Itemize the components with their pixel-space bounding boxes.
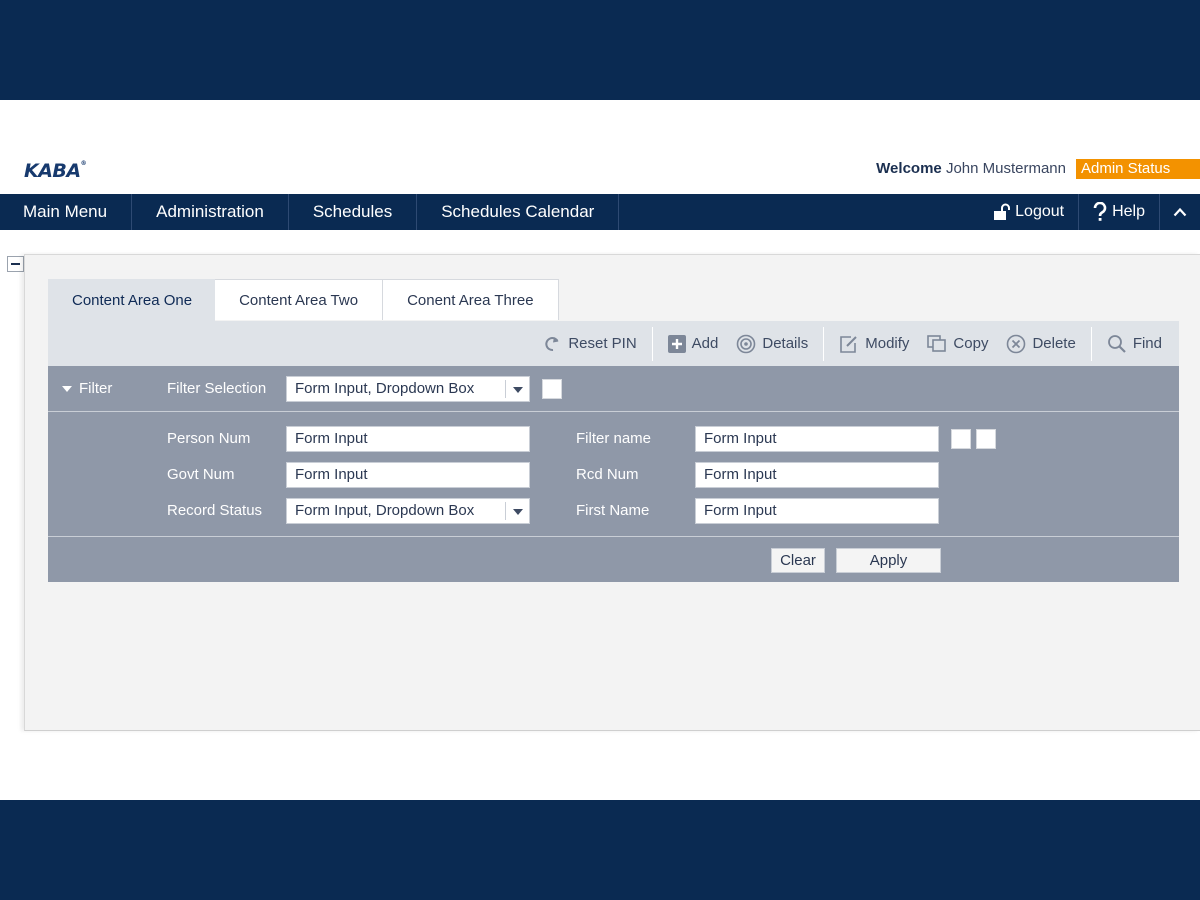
- filter-area: Filter Filter Selection Form Input, Drop…: [48, 366, 1179, 582]
- apply-button[interactable]: Apply: [836, 548, 941, 573]
- welcome-text: Welcome John Mustermann: [876, 160, 1066, 177]
- govt-num-input[interactable]: Form Input: [286, 462, 530, 488]
- edit-icon: [840, 335, 857, 353]
- bottom-band: [0, 800, 1200, 900]
- toolbar-divider: [823, 326, 825, 361]
- unlock-icon: [994, 203, 1011, 220]
- delete-button[interactable]: Delete: [997, 334, 1084, 354]
- rcd-num-label: Rcd Num: [576, 466, 639, 483]
- filter-name-action-button-1[interactable]: [951, 429, 971, 449]
- chevron-up-icon: [1173, 207, 1187, 217]
- filter-toggle[interactable]: Filter: [62, 380, 112, 397]
- details-label: Details: [762, 335, 809, 352]
- help-label: Help: [1112, 203, 1145, 220]
- reset-pin-label: Reset PIN: [568, 335, 637, 352]
- user-name: John Mustermann: [945, 160, 1066, 177]
- dropdown-arrow-icon[interactable]: [505, 380, 529, 398]
- person-num-label: Person Num: [167, 430, 251, 447]
- filter-footer-divider: [48, 536, 1179, 537]
- first-name-label: First Name: [576, 502, 650, 519]
- target-icon: [737, 334, 756, 353]
- delete-label: Delete: [1032, 335, 1076, 352]
- filter-selection-value: Form Input, Dropdown Box: [295, 380, 475, 397]
- logout-label: Logout: [1015, 203, 1065, 220]
- welcome-label: Welcome: [876, 160, 942, 177]
- reset-pin-button[interactable]: Reset PIN: [535, 335, 645, 353]
- collapse-panel-button[interactable]: [7, 256, 24, 272]
- record-status-label: Record Status: [167, 502, 263, 519]
- filter-header: Filter Filter Selection Form Input, Drop…: [48, 366, 1179, 412]
- person-num-input[interactable]: Form Input: [286, 426, 530, 452]
- find-button[interactable]: Find: [1098, 334, 1171, 354]
- govt-num-label: Govt Num: [167, 466, 235, 483]
- search-icon: [1107, 334, 1126, 353]
- add-button[interactable]: Add: [659, 334, 728, 353]
- refresh-icon: [545, 336, 559, 351]
- first-name-input[interactable]: Form Input: [695, 498, 939, 524]
- filter-selection-label: Filter Selection: [167, 380, 267, 397]
- filter-toggle-label: Filter: [79, 380, 113, 397]
- tab-bar: Content Area One Content Area Two Conent…: [48, 279, 559, 321]
- admin-status-badge[interactable]: Admin Status: [1076, 159, 1200, 179]
- copy-icon: [927, 334, 947, 352]
- find-label: Find: [1132, 335, 1162, 352]
- plus-icon: [667, 334, 686, 353]
- main-navbar: Main Menu Administration Schedules Sched…: [0, 194, 1200, 230]
- add-label: Add: [691, 335, 719, 352]
- toolbar-divider: [1090, 326, 1092, 361]
- tab-content-area-two[interactable]: Content Area Two: [215, 279, 384, 320]
- record-status-value: Form Input, Dropdown Box: [295, 502, 475, 519]
- collapse-header-button[interactable]: [1159, 194, 1200, 230]
- logout-button[interactable]: Logout: [978, 194, 1078, 230]
- details-button[interactable]: Details: [727, 334, 817, 354]
- delete-icon: [1007, 334, 1026, 353]
- copy-button[interactable]: Copy: [918, 334, 997, 353]
- toolbar-divider: [651, 326, 653, 361]
- filter-selection-action-button[interactable]: [542, 379, 562, 399]
- nav-schedules-calendar[interactable]: Schedules Calendar: [417, 194, 620, 230]
- nav-administration[interactable]: Administration: [132, 194, 289, 230]
- caret-down-icon: [62, 385, 72, 392]
- filter-selection-dropdown[interactable]: Form Input, Dropdown Box: [286, 376, 530, 402]
- rcd-num-input[interactable]: Form Input: [695, 462, 939, 488]
- filter-name-label: Filter name: [576, 430, 652, 447]
- question-icon: [1093, 202, 1107, 221]
- tab-content-area-one[interactable]: Content Area One: [48, 279, 216, 321]
- action-toolbar: Reset PIN Add Details Modify Copy Delete…: [48, 321, 1179, 366]
- help-button[interactable]: Help: [1078, 194, 1159, 230]
- nav-right-group: Logout Help: [978, 194, 1200, 230]
- modify-label: Modify: [865, 335, 910, 352]
- dropdown-arrow-icon[interactable]: [505, 502, 529, 520]
- nav-main-menu[interactable]: Main Menu: [0, 194, 133, 230]
- copy-label: Copy: [953, 335, 989, 352]
- filter-name-action-button-2[interactable]: [976, 429, 996, 449]
- content-panel: Content Area One Content Area Two Conent…: [24, 254, 1200, 731]
- tab-content-area-three[interactable]: Conent Area Three: [383, 279, 559, 320]
- nav-schedules[interactable]: Schedules: [289, 194, 418, 230]
- kaba-logo: KABA®: [24, 160, 87, 182]
- record-status-dropdown[interactable]: Form Input, Dropdown Box: [286, 498, 530, 524]
- clear-button[interactable]: Clear: [771, 548, 825, 573]
- top-band: [0, 0, 1200, 100]
- filter-name-input[interactable]: Form Input: [695, 426, 939, 452]
- modify-button[interactable]: Modify: [830, 334, 918, 354]
